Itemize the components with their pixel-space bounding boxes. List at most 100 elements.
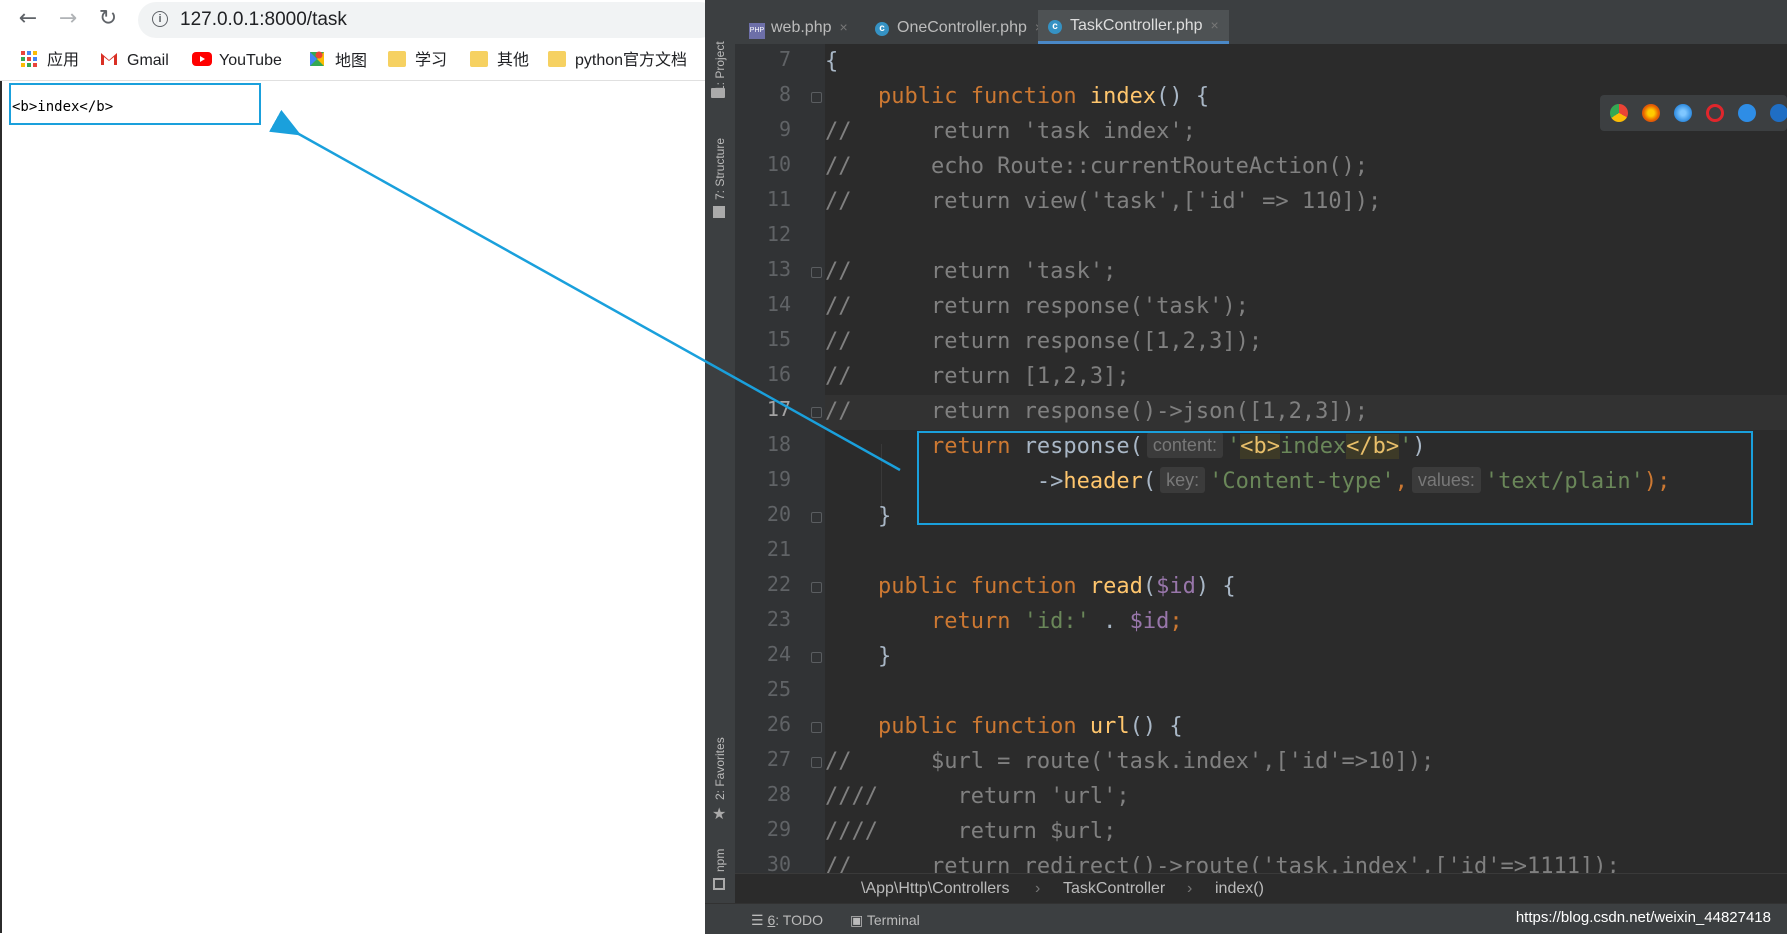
apps-grid-icon [20,51,38,67]
tab-onecontroller[interactable]: cOneController.php× [875,10,1043,44]
tab-web-php[interactable]: PHP web.php × [749,10,848,44]
code-line: // return view('task',['id' => 110]); [825,189,1382,214]
opera-icon[interactable] [1706,104,1724,122]
fold-marker-icon[interactable] [811,267,822,278]
code-line: // return [1,2,3]; [825,364,1130,389]
structure-tab-label: 7: Structure [713,137,727,200]
code-line: //// return 'url'; [825,784,1130,809]
line-number: 21 [766,537,791,561]
code-line: // return 'task index'; [825,119,1196,144]
fold-marker-icon[interactable] [811,582,822,593]
breadcrumb-method[interactable]: index() [1215,874,1264,904]
line-number: 8 [778,82,791,106]
line-number: 9 [778,117,791,141]
fold-marker-icon[interactable] [811,757,822,768]
gmail-icon [100,51,118,67]
line-number: 14 [766,292,791,316]
bookmark-maps[interactable]: 地图 [308,50,367,72]
back-button[interactable]: ← [14,5,42,33]
browser-toolbar: ← → ↻ i 127.0.0.1:8000/task [0,0,718,40]
folder-icon [711,88,725,98]
favorites-tab-label: 2: Favorites [713,737,727,800]
php-file-icon: PHP [749,23,765,39]
chrome-icon[interactable] [1610,104,1628,122]
bookmark-label: 地图 [335,53,368,70]
tab-label: TaskController.php [1070,17,1203,34]
line-number: 18 [766,432,791,456]
class-icon: c [875,22,889,36]
code-line: //// return $url; [825,819,1117,844]
site-info-icon[interactable]: i [152,11,168,27]
bookmarks-bar: 应用 Gmail YouTube 地图 学习 其他 python官方文档 [0,44,705,78]
line-number: 13 [766,257,791,281]
line-number: 25 [766,677,791,701]
fold-marker-icon[interactable] [811,652,822,663]
npm-tab-label: npm [713,848,727,872]
firefox-icon[interactable] [1642,104,1660,122]
bookmark-apps[interactable]: 应用 [20,50,79,72]
bookmark-label: 其他 [497,52,530,69]
back-arrow-icon: ← [18,6,38,31]
bookmark-label: Gmail [127,52,169,69]
todo-tool-button[interactable]: ☰ 6: TODO [751,905,823,935]
line-number: 20 [766,502,791,526]
close-tab-icon[interactable]: × [840,19,848,35]
maps-icon [308,50,326,66]
fold-marker-icon[interactable] [811,512,822,523]
safari-icon[interactable] [1674,104,1692,122]
browser-window: ← → ↻ i 127.0.0.1:8000/task 应用 Gmail You… [0,0,718,933]
forward-arrow-icon: → [58,6,78,31]
code-line: { [825,49,839,74]
code-line: // return response()->json([1,2,3]); [825,399,1369,424]
bookmark-label: YouTube [219,52,282,69]
line-number: 12 [766,222,791,246]
code-line: } [825,504,892,529]
close-tab-icon[interactable]: × [1211,17,1219,33]
code-line: } [825,644,892,669]
bookmark-youtube[interactable]: YouTube [192,50,282,72]
fold-marker-icon[interactable] [811,407,822,418]
page-content: <b>index</b> [0,81,705,933]
terminal-tool-button[interactable]: ▣ Terminal [850,905,920,935]
line-number: 22 [766,572,791,596]
project-tab-label: 1: Project [713,41,727,92]
code-line: // return 'task'; [825,259,1117,284]
line-number-current: 17 [766,397,791,421]
code-line: // echo Route::currentRouteAction(); [825,154,1369,179]
fold-marker-icon[interactable] [811,722,822,733]
fold-marker-icon[interactable] [811,92,822,103]
code-line: public function index() { [877,84,1210,109]
line-number: 7 [778,47,791,71]
terminal-label: Terminal [866,912,920,928]
line-number: 24 [766,642,791,666]
tool-window-strip: 1: Project 7: Structure 2: Favorites ★ n… [705,0,736,933]
structure-icon [713,206,725,218]
annotation-box [9,83,261,125]
npm-icon [713,878,725,890]
editor-tabs: PHP web.php × c OneController.php × c TaskCon… [735,0,1787,45]
ie-icon[interactable] [1738,104,1756,122]
breadcrumb-class[interactable]: TaskController [1063,874,1165,904]
bookmark-gmail[interactable]: Gmail [100,50,169,72]
line-number: 23 [766,607,791,631]
edge-icon[interactable] [1770,104,1787,122]
forward-button[interactable]: → [54,5,82,33]
code-line: // return redirect()->route('task.index'… [825,854,1620,873]
breadcrumb: \App\Http\Controllers › TaskController ›… [735,873,1787,904]
address-bar[interactable]: i 127.0.0.1:8000/task [138,2,718,38]
folder-icon [388,51,406,67]
line-number: 29 [766,817,791,841]
address-url[interactable]: 127.0.0.1:8000/task [180,2,347,38]
folder-icon [470,51,488,67]
class-icon: c [1048,20,1062,34]
line-gutter: 7 8 9 10 11 12 13 14 15 16 17 18 19 20 2… [735,44,825,876]
tab-taskcontroller[interactable]: c TaskController.php × [1038,10,1229,44]
bookmark-folder-study[interactable]: 学习 [388,50,447,72]
bookmark-folder-other[interactable]: 其他 [470,50,529,72]
reload-button[interactable]: ↻ [94,5,122,33]
bookmark-label: 学习 [415,52,448,69]
code-line: // $url = route('task.index',['id'=>10])… [825,749,1435,774]
breadcrumb-namespace[interactable]: \App\Http\Controllers [861,874,1010,904]
bookmark-folder-python-docs[interactable]: python官方文档 [548,50,687,72]
code-line: public function url() { [877,714,1183,739]
